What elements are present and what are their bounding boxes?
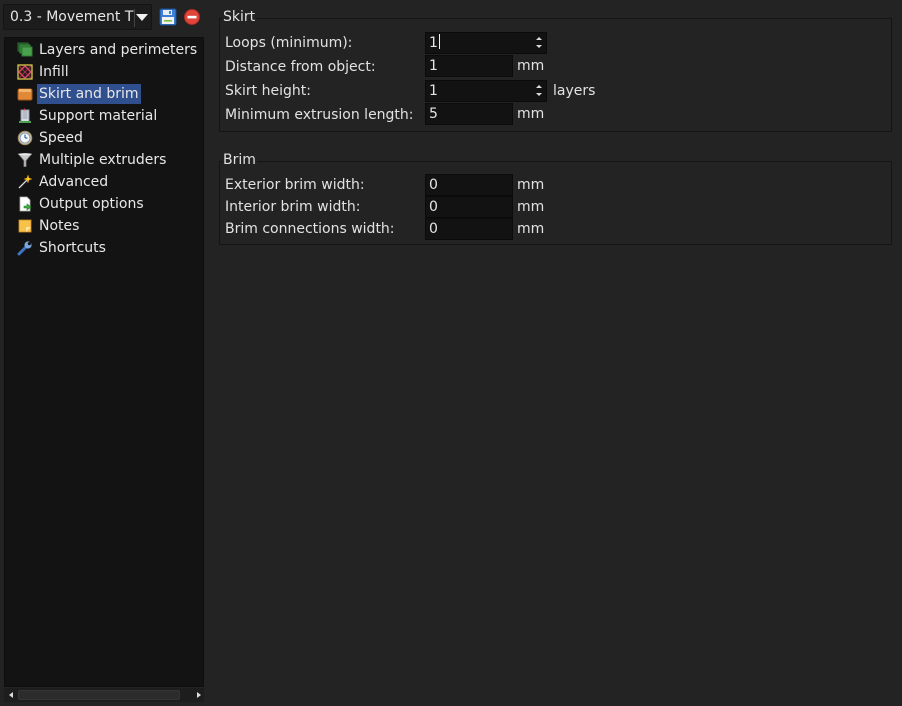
sidebar-item-label: Advanced [39,174,109,190]
clock-icon [17,130,33,146]
brim-connections-input[interactable]: 0 [425,218,513,240]
skirt-group-title: Skirt [222,9,257,25]
spin-up-icon[interactable] [536,85,542,88]
sidebar-item-label: Support material [39,108,158,124]
skirt-height-spinbox[interactable]: 1 [425,80,547,102]
distance-label: Distance from object: [225,59,376,75]
loops-spinbox[interactable]: 1 [425,32,547,54]
loops-value: 1 [429,35,438,51]
save-icon [159,8,177,26]
tree-horizontal-scrollbar[interactable] [4,688,204,702]
chevron-down-icon [136,14,148,21]
preset-selected-value: 0.3 - Movement T [10,9,134,25]
interior-brim-unit: mm [517,199,545,215]
interior-brim-value: 0 [429,199,438,215]
save-preset-button[interactable] [159,8,177,26]
brim-connections-label: Brim connections width: [225,221,395,237]
note-icon [18,219,32,233]
sidebar-item-multiple-extruders[interactable]: Multiple extruders [17,150,168,170]
box-icon [17,88,33,101]
min-extrusion-input[interactable]: 5 [425,103,513,125]
scroll-right-arrow-icon[interactable] [194,690,204,700]
skirt-height-unit: layers [553,83,596,99]
sidebar-item-label: Speed [39,130,83,146]
spin-down-icon[interactable] [536,45,542,48]
wand-icon [18,174,33,189]
interior-brim-label: Interior brim width: [225,199,361,215]
sidebar-item-layers-and-perimeters[interactable]: Layers and perimeters [17,40,199,60]
delete-icon [184,9,200,25]
sidebar-item-label: Multiple extruders [39,152,167,168]
brim-connections-unit: mm [517,221,545,237]
min-extrusion-label: Minimum extrusion length: [225,107,414,123]
min-extrusion-unit: mm [517,106,545,122]
sidebar-item-label: Skirt and brim [37,84,141,104]
exterior-brim-value: 0 [429,177,438,193]
brim-connections-value: 0 [429,221,438,237]
spin-up-icon[interactable] [536,37,542,40]
exterior-brim-label: Exterior brim width: [225,177,365,193]
sidebar-item-label: Shortcuts [39,240,106,256]
layers-icon [17,42,33,57]
sidebar-item-label: Notes [39,218,80,234]
distance-unit: mm [517,58,545,74]
exterior-brim-unit: mm [517,177,545,193]
loops-label: Loops (minimum): [225,35,353,51]
sidebar-item-support-material[interactable]: Support material [17,106,159,126]
distance-value: 1 [429,58,438,74]
sidebar-item-skirt-and-brim[interactable]: Skirt and brim [17,84,141,104]
sidebar-item-notes[interactable]: Notes [17,216,81,236]
scrollbar-thumb[interactable] [18,690,180,700]
skirt-height-value: 1 [429,83,438,99]
sidebar-item-output-options[interactable]: Output options [17,194,146,214]
delete-preset-button[interactable] [183,8,201,26]
interior-brim-input[interactable]: 0 [425,196,513,218]
distance-input[interactable]: 1 [425,55,513,77]
page-export-icon [19,196,32,212]
sidebar-item-infill[interactable]: Infill [17,62,71,82]
text-caret [438,34,440,49]
wrench-icon [17,241,32,256]
spin-down-icon[interactable] [536,93,542,96]
sidebar-item-label: Output options [39,196,144,212]
exterior-brim-input[interactable]: 0 [425,174,513,196]
building-icon [19,108,31,123]
skirt-height-spin-arrows[interactable] [536,84,543,98]
brim-group-title: Brim [222,152,257,168]
sidebar-item-label: Infill [39,64,69,80]
preset-dropdown[interactable]: 0.3 - Movement T [3,4,152,30]
scroll-left-arrow-icon[interactable] [6,690,16,700]
min-extrusion-value: 5 [429,106,438,122]
sidebar-item-speed[interactable]: Speed [17,128,85,148]
loops-spin-arrows[interactable] [536,36,543,50]
sidebar-item-label: Layers and perimeters [39,42,198,58]
infill-icon [17,64,33,80]
funnel-icon [17,153,33,167]
skirt-height-label: Skirt height: [225,83,311,99]
dropdown-separator [134,9,135,27]
sidebar-item-advanced[interactable]: Advanced [17,172,110,192]
sidebar-item-shortcuts[interactable]: Shortcuts [17,238,108,258]
